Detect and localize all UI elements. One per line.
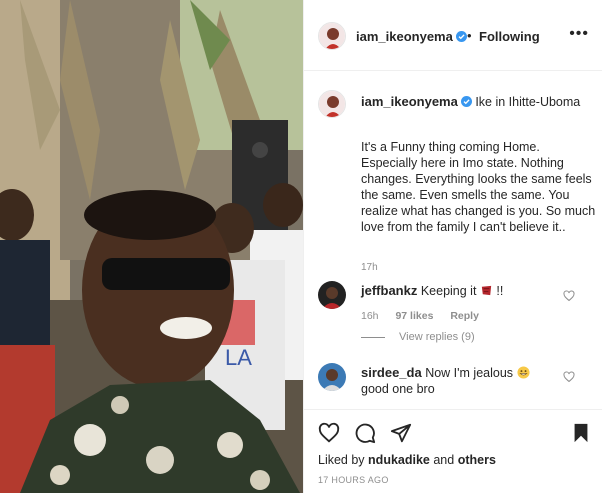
bookmark-icon[interactable] xyxy=(570,422,592,444)
caption-text: It's a Funny thing coming Home. Especial… xyxy=(361,140,596,234)
comment-text: Keeping it xyxy=(420,284,477,298)
caption-author-avatar[interactable] xyxy=(318,90,346,118)
comment-meta: 16h 97 likes Reply xyxy=(361,310,493,322)
view-replies-label[interactable]: View replies (9) xyxy=(399,331,475,343)
caption-author-username[interactable]: iam_ikeonyema xyxy=(361,94,458,109)
author-avatar[interactable] xyxy=(318,22,346,50)
caption-header: iam_ikeonyema Ike in Ihitte-Uboma xyxy=(361,94,597,110)
caption-timestamp[interactable]: 17h xyxy=(361,262,378,273)
liked-by-user[interactable]: ndukadike xyxy=(368,453,430,467)
header-separator: • xyxy=(467,28,472,43)
author-username-text[interactable]: iam_ikeonyema xyxy=(356,29,453,44)
comment-body: jeffbankz Keeping it !! xyxy=(361,283,561,298)
ellipsis-icon[interactable]: ••• xyxy=(569,26,589,42)
commenter-username[interactable]: jeffbankz xyxy=(361,283,417,298)
comment-body: sirdee_da Now I'm jealous good one bro xyxy=(361,365,561,397)
verified-badge-icon xyxy=(460,96,472,107)
post-timestamp[interactable]: 17 HOURS AGO xyxy=(318,475,389,485)
heart-icon[interactable] xyxy=(318,422,340,444)
comment-icon[interactable] xyxy=(354,422,376,444)
author-username[interactable]: iam_ikeonyema xyxy=(356,29,467,44)
comment-suffix: !! xyxy=(496,284,504,298)
share-icon[interactable] xyxy=(390,422,412,444)
post-photo[interactable]: LA xyxy=(0,0,303,493)
commenter-username[interactable]: sirdee_da xyxy=(361,365,422,380)
liked-by-others[interactable]: others xyxy=(458,453,496,467)
heart-icon[interactable] xyxy=(563,290,575,302)
view-replies-button[interactable]: View replies (9) xyxy=(361,331,475,343)
comments-list[interactable]: iam_ikeonyema Ike in Ihitte-Uboma It's a… xyxy=(304,71,602,409)
comment-likes[interactable]: 97 likes xyxy=(395,310,433,322)
post-header: iam_ikeonyema • Following ••• xyxy=(304,0,602,71)
reply-button[interactable]: Reply xyxy=(450,310,479,322)
liked-by-summary[interactable]: Liked by ndukadike and others xyxy=(318,453,496,467)
comment-text-line2: good one bro xyxy=(361,382,435,396)
post-details-panel: iam_ikeonyema • Following ••• iam_ikeony… xyxy=(303,0,602,493)
emoji-icon xyxy=(481,285,492,296)
heart-icon[interactable] xyxy=(563,371,575,383)
liked-by-prefix: Liked by xyxy=(318,453,365,467)
caption-location: Ike in Ihitte-Uboma xyxy=(475,95,581,109)
comment-age[interactable]: 16h xyxy=(361,310,379,322)
replies-divider xyxy=(361,336,385,338)
liked-by-conj: and xyxy=(433,453,455,467)
commenter-avatar[interactable] xyxy=(318,363,346,391)
svg-text:LA: LA xyxy=(225,345,252,370)
commenter-avatar[interactable] xyxy=(318,281,346,309)
comment-text: Now I'm jealous xyxy=(425,366,514,380)
following-button[interactable]: Following xyxy=(479,29,540,44)
post-actions-bar: Liked by ndukadike and others 17 HOURS A… xyxy=(304,409,602,493)
verified-badge-icon xyxy=(455,31,467,42)
emoji-icon xyxy=(516,366,530,379)
